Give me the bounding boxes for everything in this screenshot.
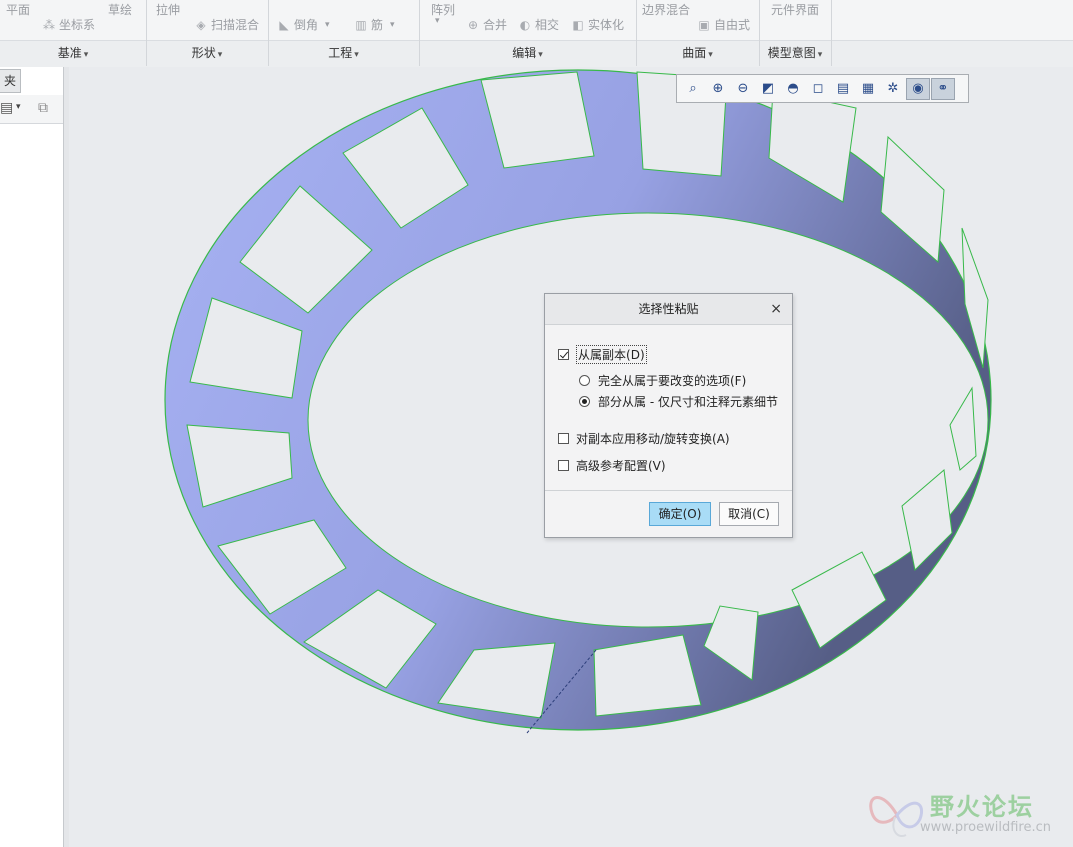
intersect-icon: ◐ [519,17,531,32]
freestyle-button[interactable]: ▣ 自由式 [697,16,750,33]
advanced-reference-checkbox[interactable]: 高级参考配置(V) [558,457,666,474]
radio-unselected-icon[interactable] [579,375,590,386]
solidify-icon: ◧ [572,17,584,32]
datum-display-icon[interactable]: ✲ [881,78,905,100]
ribbon-group-model-intent-label[interactable]: 模型意图 ▾ [759,44,831,61]
tree-view-icon[interactable]: ▤ [0,100,13,116]
view-toolbar: ⌕ ⊕ ⊖ ◩ ◓ ◻ ▤ ▦ ✲ ◉ ⚭ [676,74,969,103]
sketch-button[interactable]: 草绘 [108,1,132,18]
model-tree-toolbar: ▤ ▾ ⧉ [0,95,68,124]
option-fully-dependent-label: 完全从属于要改变的选项(F) [598,374,747,388]
chamfer-icon: ◣ [279,17,289,32]
ribbon-group-datum-label[interactable]: 基准 ▾ [0,44,146,61]
option-partially-dependent[interactable]: 部分从属 - 仅尺寸和注释元素细节 [579,393,778,410]
watermark-url: www.proewildfire.cn [920,820,1051,835]
ribbon-group-surfaces: 边界混合 ▣ 自由式 曲面 ▾ [636,0,760,66]
checkbox-unchecked-icon[interactable] [558,460,569,471]
radio-selected-icon[interactable] [579,396,590,407]
dependent-copy-checkbox[interactable]: 从属副本(D) [558,345,647,364]
folder-tab[interactable]: 夹 [0,69,21,93]
cancel-button[interactable]: 取消(C) [719,502,779,526]
repaint-icon[interactable]: ◩ [756,78,780,100]
merge-button[interactable]: ⊕ 合并 [466,16,507,33]
ribbon-group-editing-label[interactable]: 编辑 ▾ [419,44,636,61]
dialog-title: 选择性粘贴 [638,302,699,316]
ribbon-group-shapes: 拉伸 ◈ 扫描混合 形状 ▾ [146,0,269,66]
chevron-down-icon: ▾ [435,16,440,26]
extrude-button[interactable]: 拉伸 [156,1,180,18]
paste-special-dialog: 选择性粘贴 × 从属副本(D) 完全从属于要改变的选项(F) 部分从属 - 仅尺… [544,293,793,538]
tree-filter-icon[interactable]: ⧉ [38,100,48,116]
chevron-down-icon: ▾ [708,50,713,60]
ok-button[interactable]: 确定(O) [649,502,711,526]
dependent-copy-label: 从属副本(D) [576,345,647,364]
watermark-name: 野火论坛 [930,793,1034,821]
merge-icon: ⊕ [467,17,479,32]
ribbon-group-model-intent: 元件界面 模型意图 ▾ [759,0,832,66]
plane-button[interactable]: 平面 [6,1,30,18]
coordinate-system-button[interactable]: ⁂ 坐标系 [42,16,95,33]
zoom-out-icon[interactable]: ⊖ [731,78,755,100]
ribbon-group-editing: 阵列 ▾ ⊕ 合并 ◐ 相交 ◧ 实体化 编辑 ▾ [419,0,637,66]
close-icon[interactable]: × [770,294,782,324]
option-fully-dependent[interactable]: 完全从属于要改变的选项(F) [579,372,746,389]
swept-blend-icon: ◈ [196,17,206,32]
butterfly-logo-icon [869,796,923,837]
solidify-button[interactable]: ◧ 实体化 [571,16,624,33]
ribbon-group-surfaces-label[interactable]: 曲面 ▾ [636,44,759,61]
dialog-title-bar: 选择性粘贴 × [545,294,792,325]
chevron-down-icon: ▾ [354,50,359,60]
apply-transform-label: 对副本应用移动/旋转变换(A) [576,432,730,446]
panel-splitter[interactable] [63,67,69,847]
spin-center-icon[interactable]: ⚭ [931,77,955,100]
chevron-down-icon: ▾ [217,50,223,60]
intersect-button[interactable]: ◐ 相交 [518,16,559,33]
swept-blend-button[interactable]: ◈ 扫描混合 [194,16,259,33]
checkbox-unchecked-icon[interactable] [558,433,569,444]
freestyle-icon: ▣ [698,17,710,32]
option-partially-dependent-label: 部分从属 - 仅尺寸和注释元素细节 [598,395,778,409]
display-style-icon[interactable]: ◓ [781,78,805,100]
chevron-down-icon: ▾ [390,19,395,30]
rib-icon: ▥ [355,17,367,32]
dialog-separator [545,490,792,491]
pattern-dropdown[interactable]: ▾ [435,16,440,26]
chevron-down-icon: ▾ [83,50,89,60]
ribbon: 平面 草绘 ⁂ 坐标系 基准 ▾ 拉伸 ◈ 扫描混合 形状 ▾ ◣ 倒角 ▾ ▥ 筋 ▾ 工程 ▾… [0,0,1073,67]
rib-button[interactable]: ▥ 筋 ▾ [354,16,395,33]
chevron-down-icon: ▾ [817,50,823,60]
ribbon-group-shapes-label[interactable]: 形状 ▾ [146,44,268,61]
view-manager-icon[interactable]: ▤ [831,78,855,100]
perspective-icon[interactable]: ▦ [856,78,880,100]
ribbon-group-engineering: ◣ 倒角 ▾ ▥ 筋 ▾ 工程 ▾ [268,0,420,66]
model-tree-panel: 夹 ▤ ▾ ⧉ [0,67,69,847]
chevron-down-icon[interactable]: ▾ [16,102,21,112]
chamfer-button[interactable]: ◣ 倒角 ▾ [277,16,330,33]
boundary-blend-button[interactable]: 边界混合 [642,1,690,18]
checkbox-checked-icon[interactable] [558,349,569,360]
ribbon-group-datum: 平面 草绘 ⁂ 坐标系 基准 ▾ [0,0,147,66]
saved-orientations-icon[interactable]: ◻ [806,78,830,100]
annotation-display-icon[interactable]: ◉ [906,77,930,100]
component-interface-button[interactable]: 元件界面 [771,1,819,18]
advanced-reference-label: 高级参考配置(V) [576,459,666,473]
csys-icon: ⁂ [43,17,55,32]
refit-icon[interactable]: ⌕ [681,78,705,100]
apply-transform-checkbox[interactable]: 对副本应用移动/旋转变换(A) [558,430,730,447]
chevron-down-icon: ▾ [538,50,543,60]
zoom-in-icon[interactable]: ⊕ [706,78,730,100]
ribbon-group-engineering-label[interactable]: 工程 ▾ [268,44,419,61]
chevron-down-icon: ▾ [325,19,330,30]
